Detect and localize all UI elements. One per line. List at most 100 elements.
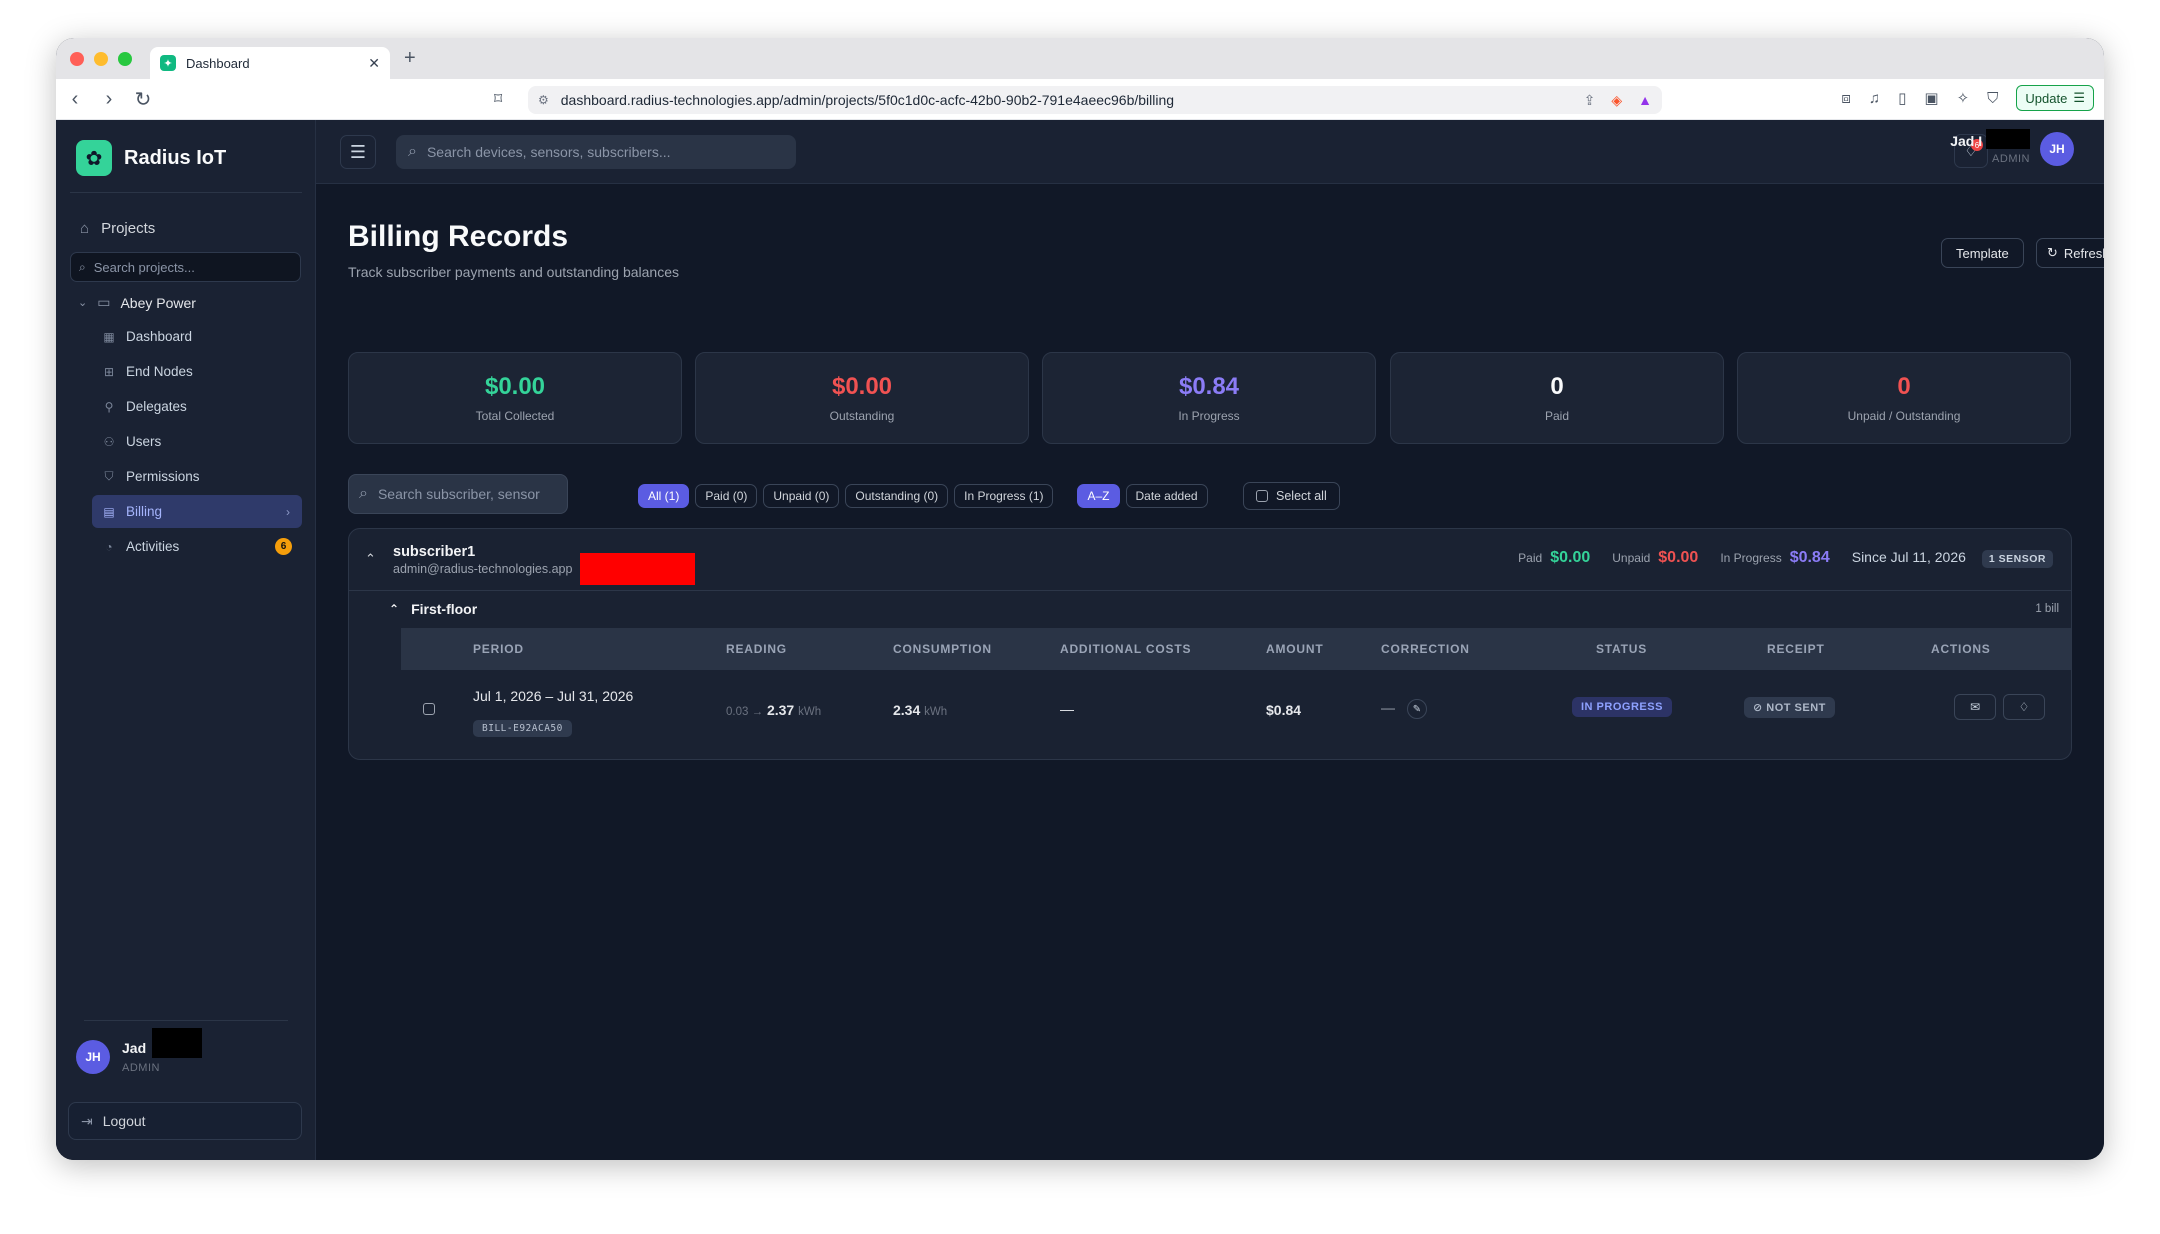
browser-tab[interactable]: ✦ Dashboard ✕ xyxy=(150,47,390,79)
row-checkbox[interactable] xyxy=(423,703,435,715)
subscriber-totals: Paid $0.00 Unpaid $0.00 In Progress $0.8… xyxy=(1518,549,2053,568)
project-name: Abey Power xyxy=(120,294,196,311)
brand[interactable]: ✿ Radius IoT xyxy=(76,140,226,176)
filter-chip-paid[interactable]: Paid (0) xyxy=(695,484,758,508)
bookmark-icon[interactable]: ⌑ xyxy=(494,89,502,109)
filter-chip-in-progress[interactable]: In Progress (1) xyxy=(954,484,1054,508)
refresh-button[interactable]: ↻ Refresh xyxy=(2036,238,2104,268)
main-content: Billing Records Track subscriber payment… xyxy=(316,184,2104,1160)
vpn-icon[interactable]: ⛉ xyxy=(1987,90,1998,107)
header-user-name: Jad I xyxy=(1950,129,2030,150)
wallet-icon[interactable]: ▣ xyxy=(1924,89,1938,107)
logout-button[interactable]: ⇥ Logout xyxy=(68,1102,302,1140)
screenshot-icon[interactable]: ⧈ xyxy=(1841,90,1851,107)
stat-total-collected: $0.00 Total Collected xyxy=(348,352,682,444)
stat-label: Unpaid / Outstanding xyxy=(1847,409,1961,423)
floor-group-toggle[interactable]: ⌃ First-floor xyxy=(389,601,477,617)
bill-count: 1 bill xyxy=(2035,603,2059,615)
chevron-up-icon[interactable]: ⌃ xyxy=(365,551,376,567)
redacted-surname xyxy=(152,1027,203,1058)
reading-unit: kWh xyxy=(798,706,822,718)
brand-name: Radius IoT xyxy=(124,146,227,169)
update-button[interactable]: Update ☰ xyxy=(2016,85,2094,111)
subscriber-header[interactable]: ⌃ subscriber1 admin@radius-technologies.… xyxy=(349,529,2071,591)
project-search[interactable]: ⌕ xyxy=(70,252,301,282)
sidebar-item-billing[interactable]: ▤ Billing › xyxy=(92,495,302,528)
paid-value: $0.00 xyxy=(1550,549,1591,566)
checkbox-icon xyxy=(1256,490,1268,502)
stat-value: 0 xyxy=(1897,373,1911,400)
back-icon[interactable]: ‹ xyxy=(60,88,90,111)
update-label: Update xyxy=(2025,90,2068,106)
shield-icon: ⛉ xyxy=(104,469,114,483)
browser-toolbar: ‹ › ↻ ⌑ ⚙ dashboard.radius-technologies.… xyxy=(56,79,2104,120)
edit-correction-icon[interactable]: ✎ xyxy=(1406,699,1427,719)
template-button[interactable]: Template xyxy=(1941,238,2024,268)
send-receipt-button[interactable]: ✉ xyxy=(1954,694,1996,720)
sidebar-projects-link[interactable]: ⌂ Projects xyxy=(80,220,155,237)
bill-id-badge: BILL-E92ACA50 xyxy=(473,720,572,737)
header-user-menu[interactable]: Jad I ADMIN JH xyxy=(1950,129,2074,166)
billing-search[interactable]: ⌕ xyxy=(348,474,568,514)
sidebar-item-label: Users xyxy=(126,434,162,449)
column-header: PERIOD xyxy=(473,642,524,656)
bill-amount: $0.84 xyxy=(1266,702,1302,718)
avatar: JH xyxy=(2040,132,2074,166)
sidebar-item-activities[interactable]: ◔ Activities 6 xyxy=(92,530,302,563)
receipt-status-text: NOT SENT xyxy=(1766,702,1826,714)
sidebar-item-dashboard[interactable]: ▦ Dashboard xyxy=(92,320,302,353)
sort-chip-date-added[interactable]: Date added xyxy=(1125,484,1208,508)
sidebar-item-label: Activities xyxy=(126,539,180,554)
filter-chip-outstanding[interactable]: Outstanding (0) xyxy=(845,484,949,508)
unpaid-value: $0.00 xyxy=(1658,549,1699,566)
filter-chip-all[interactable]: All (1) xyxy=(638,484,690,508)
reload-icon[interactable]: ↻ xyxy=(128,87,158,112)
billing-search-input[interactable] xyxy=(377,486,558,502)
sidebar-nav: ▦ Dashboard ⊞ End Nodes ⚲ Delegates ⚇ Us… xyxy=(92,320,302,565)
sidebar-item-label: Billing xyxy=(126,504,163,519)
project-group-toggle[interactable]: ⌄ ▭ Abey Power xyxy=(78,294,196,311)
tab-close-icon[interactable]: ✕ xyxy=(368,55,380,72)
url-text[interactable]: dashboard.radius-technologies.app/admin/… xyxy=(561,92,1584,108)
filter-chips: All (1) Paid (0) Unpaid (0) Outstanding … xyxy=(638,484,1208,508)
leo-ai-icon[interactable]: ✧ xyxy=(1957,89,1970,107)
project-search-input[interactable] xyxy=(93,259,284,275)
activities-badge: 6 xyxy=(275,538,292,555)
maximize-window-button[interactable] xyxy=(118,51,132,66)
close-window-button[interactable] xyxy=(70,51,84,66)
new-tab-icon[interactable]: + xyxy=(404,47,416,70)
minimize-window-button[interactable] xyxy=(94,51,108,66)
select-all-button[interactable]: Select all xyxy=(1243,482,1340,510)
grid-icon: ▦ xyxy=(103,329,115,344)
sidebar-item-delegates[interactable]: ⚲ Delegates xyxy=(92,390,302,423)
sidebar-item-end-nodes[interactable]: ⊞ End Nodes xyxy=(92,355,302,388)
site-info-icon[interactable]: ⚙ xyxy=(538,93,549,107)
media-icon[interactable]: ♫ xyxy=(1869,90,1880,107)
bill-period: Jul 1, 2026 – Jul 31, 2026 xyxy=(473,688,634,704)
sidebar-user[interactable]: JH Jad ADMIN xyxy=(76,1027,203,1074)
bill-reading: 0.03 → 2.37 kWh xyxy=(726,702,821,718)
global-search[interactable]: ⌕ xyxy=(396,135,796,169)
users-icon: ⚇ xyxy=(103,434,115,449)
sidebar-item-users[interactable]: ⚇ Users xyxy=(92,425,302,458)
bill-correction: — ✎ xyxy=(1381,699,1427,719)
share-icon[interactable]: ⇪ xyxy=(1584,92,1596,109)
address-bar[interactable]: ⚙ dashboard.radius-technologies.app/admi… xyxy=(528,86,1662,114)
refresh-icon: ↻ xyxy=(2047,245,2058,260)
global-search-input[interactable] xyxy=(426,144,767,160)
since-date: Since Jul 11, 2026 xyxy=(1851,549,1966,565)
brave-rewards-icon[interactable]: ▲ xyxy=(1638,92,1652,108)
sort-chip-az[interactable]: A–Z xyxy=(1077,484,1120,508)
chevron-right-icon: › xyxy=(286,504,290,519)
sidebar-item-permissions[interactable]: ⛉ Permissions xyxy=(92,460,302,493)
filter-chip-unpaid[interactable]: Unpaid (0) xyxy=(763,484,840,508)
sensor-count-badge: 1 SENSOR xyxy=(1981,550,2053,568)
forward-icon[interactable]: › xyxy=(94,88,124,111)
header-user-role: ADMIN xyxy=(1992,153,2030,166)
sidebar-toggle-icon[interactable]: ▯ xyxy=(1898,89,1906,107)
search-icon: ⌕ xyxy=(408,143,417,160)
menu-toggle-button[interactable]: ☰ xyxy=(340,135,376,169)
brave-shield-icon[interactable]: ◈ xyxy=(1611,92,1622,109)
bills-table-header: PERIOD READING CONSUMPTION ADDITIONAL CO… xyxy=(401,628,2071,670)
send-reminder-button[interactable]: ♢ xyxy=(2003,694,2045,720)
